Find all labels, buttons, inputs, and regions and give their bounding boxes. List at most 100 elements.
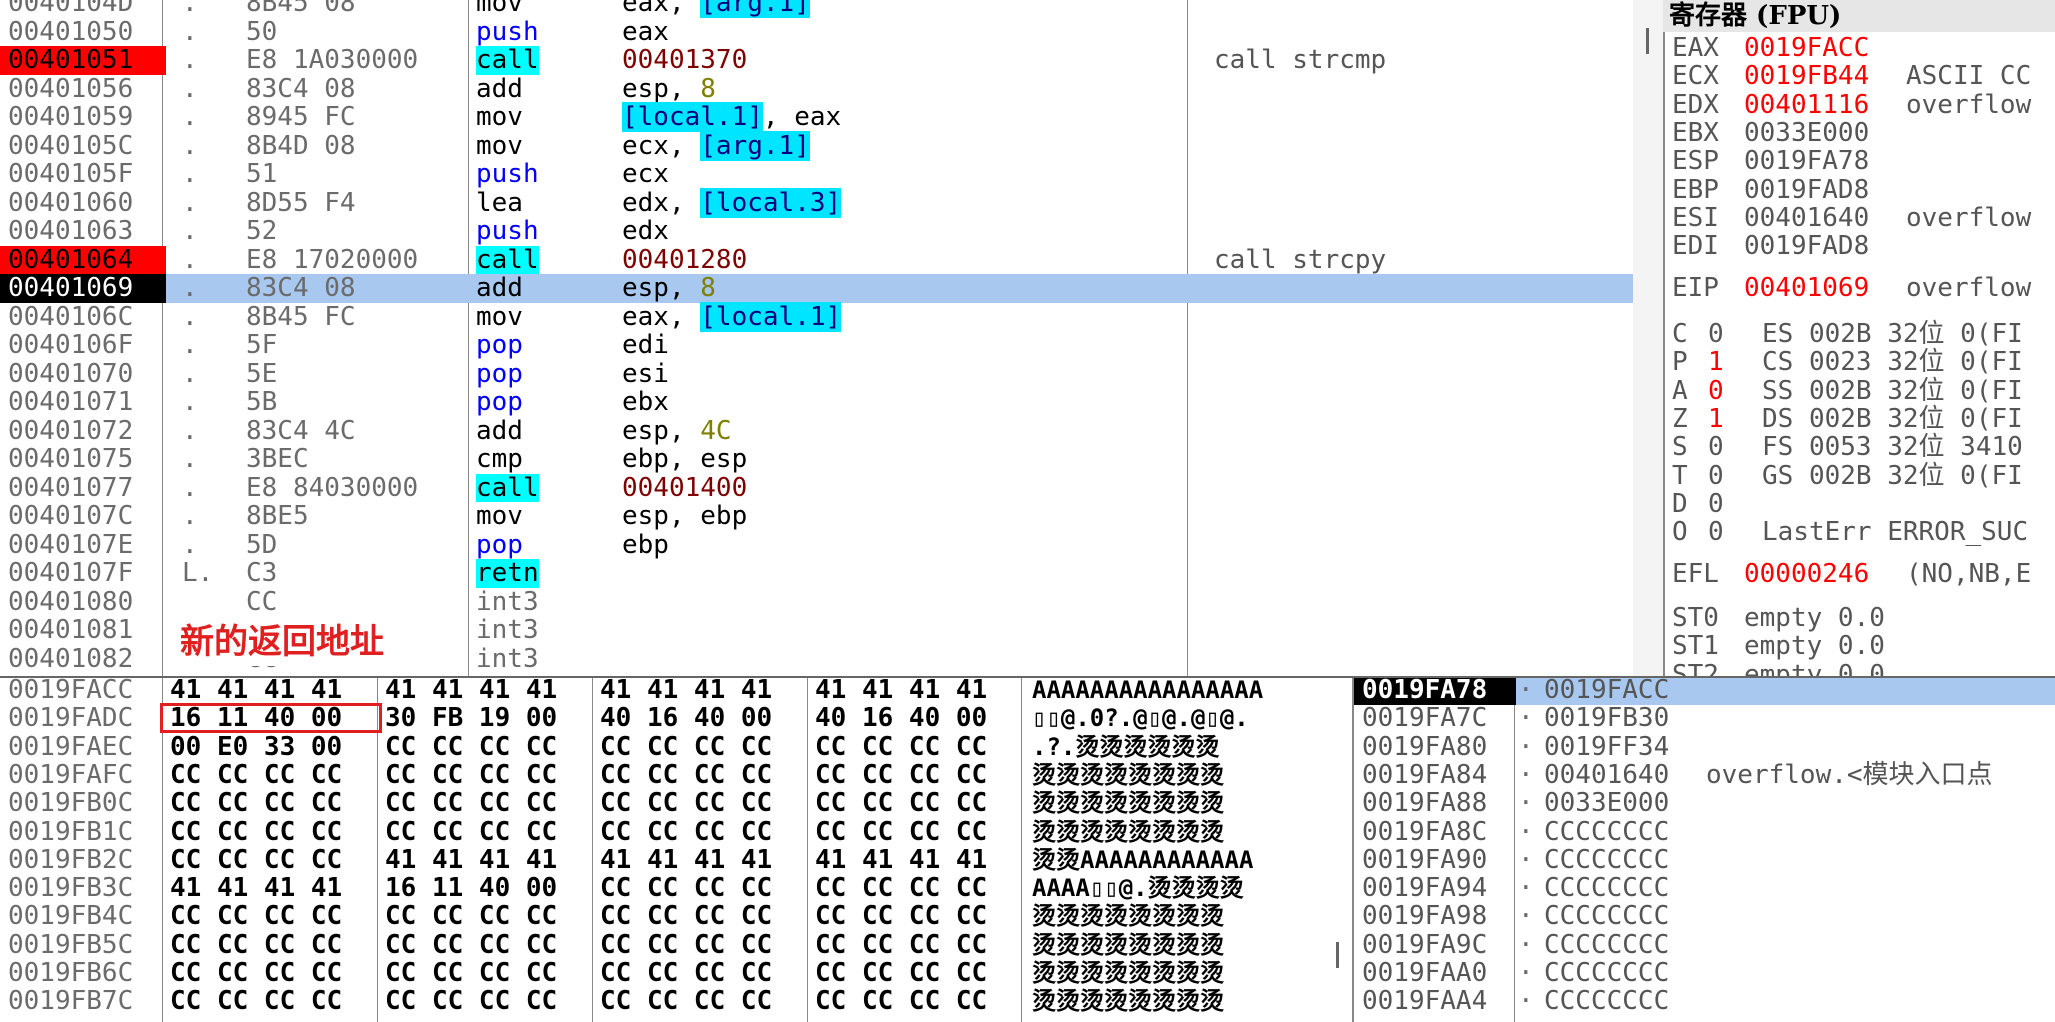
stack-row[interactable]: 0019FA9C · CCCCCCCC <box>1354 931 2055 960</box>
dump-hex-group[interactable]: CC CC CC CC <box>385 733 557 762</box>
register-row-ecx[interactable]: ECX 0019FB44 ASCII CC <box>1672 62 2055 91</box>
disasm-row[interactable]: 00401056. 83C4 08 add esp, 8 <box>0 74 1633 104</box>
disasm-row[interactable]: 0040107F L. C3 retn <box>0 559 1633 588</box>
dump-address[interactable]: 0019FB5C <box>8 931 133 960</box>
dump-hex-group[interactable]: CC CC CC CC <box>385 761 557 790</box>
dump-hex-group[interactable]: CC CC CC CC <box>600 931 772 960</box>
disasm-row[interactable]: 00401063. 52 push edx <box>0 217 1633 246</box>
register-row-edi[interactable]: EDI 0019FAD8 <box>1672 232 2055 261</box>
disasm-row[interactable]: 00401064. E8 17020000 call 00401280 call str… <box>0 245 1633 274</box>
register-value[interactable]: 0019FACC <box>1744 34 1869 63</box>
dump-address[interactable]: 0019FACC <box>8 678 133 705</box>
stack-value[interactable]: CCCCCCCC <box>1544 902 1669 931</box>
dump-hex-group[interactable]: CC CC CC CC <box>600 959 772 988</box>
disasm-address[interactable]: 0040106C <box>0 302 166 332</box>
dump-hex-group[interactable]: 41 41 41 41 <box>600 846 772 875</box>
stack-value[interactable]: 0019FB30 <box>1544 704 1669 733</box>
dump-hex-group[interactable]: 40 16 40 00 <box>600 704 772 733</box>
dump-hex-group[interactable]: 41 41 41 41 <box>170 678 342 705</box>
register-row-ebp[interactable]: EBP 0019FAD8 <box>1672 175 2055 205</box>
stack-row[interactable]: 0019FA78 · 0019FACC <box>1354 678 2055 705</box>
disasm-row[interactable]: 0040106F. 5F pop edi <box>0 331 1633 360</box>
disasm-address[interactable]: 00401077 <box>0 473 166 503</box>
register-value[interactable]: 00401069 <box>1744 274 1869 303</box>
dump-hex-group[interactable]: CC CC CC CC <box>815 733 987 762</box>
disasm-row[interactable]: 0040105C. 8B4D 08 mov ecx, [arg.1] <box>0 130 1633 161</box>
register-value[interactable]: 0033E000 <box>1744 119 1869 148</box>
stack-address[interactable]: 0019FA88 <box>1354 789 1516 818</box>
stack-address[interactable]: 0019FA9C <box>1354 931 1516 960</box>
dump-row[interactable]: 0019FB2C CC CC CC CC 41 41 41 41 41 41 41 4… <box>0 846 1352 875</box>
register-value[interactable]: empty 0.0 <box>1744 632 1885 661</box>
stack-address[interactable]: 0019FA98 <box>1354 902 1516 931</box>
stack-row[interactable]: 0019FA88 · 0033E000 <box>1354 789 2055 818</box>
stack-value[interactable]: CCCCCCCC <box>1544 931 1669 960</box>
stack-value[interactable]: CCCCCCCC <box>1544 874 1669 903</box>
dump-row[interactable]: 0019FAFC CC CC CC CC CC CC CC CC CC CC CC C… <box>0 761 1352 790</box>
dump-hex-group[interactable]: CC CC CC CC <box>815 817 987 847</box>
dump-hex-group[interactable]: CC CC CC CC <box>600 817 772 847</box>
disasm-row[interactable]: 00401050. 50 push eax <box>0 17 1633 47</box>
register-row-edx[interactable]: EDX 00401116 overflow <box>1672 91 2055 120</box>
flag-value[interactable]: 1 <box>1708 348 1724 377</box>
register-value[interactable]: 00000246 <box>1744 560 1869 589</box>
disasm-row[interactable]: 00401060. 8D55 F4 lea edx, [local.3] <box>0 187 1633 218</box>
disasm-address[interactable]: 0040105F <box>0 160 166 189</box>
flag-value[interactable]: 0 <box>1708 377 1724 406</box>
flag-value[interactable]: 0 <box>1708 518 1724 547</box>
fpu-register-row[interactable]: ST0 empty 0.0 <box>1672 604 2055 633</box>
dump-address[interactable]: 0019FB0C <box>8 789 133 818</box>
register-value[interactable]: 0019FB44 <box>1744 62 1869 91</box>
stack-address[interactable]: 0019FA80 <box>1354 733 1516 762</box>
register-row-ebx[interactable]: EBX 0033E000 <box>1672 119 2055 148</box>
dump-hex-group[interactable]: CC CC CC CC <box>600 761 772 790</box>
dump-hex-group[interactable]: CC CC CC CC <box>600 789 772 818</box>
dump-hex-group[interactable]: CC CC CC CC <box>600 902 772 931</box>
stack-value[interactable]: CCCCCCCC <box>1544 987 1669 1016</box>
disasm-address[interactable]: 00401069 <box>0 274 166 303</box>
dump-address[interactable]: 0019FB2C <box>8 846 133 875</box>
dump-hex-group[interactable]: CC CC CC CC <box>385 902 557 931</box>
dump-hex-group[interactable]: CC CC CC CC <box>815 902 987 931</box>
disassembly-pane[interactable]: 0040104D. 8B45 08 mov eax, [arg.1] 00401050.… <box>0 0 1633 676</box>
disasm-address[interactable]: 0040105C <box>0 131 166 161</box>
register-row-esi[interactable]: ESI 00401640 overflow <box>1672 204 2055 233</box>
dump-hex-group[interactable]: CC CC CC CC <box>170 931 342 960</box>
disasm-row[interactable]: 00401059. 8945 FC mov [local.1], eax <box>0 102 1633 132</box>
stack-value[interactable]: 0019FACC <box>1544 678 1669 705</box>
dump-row[interactable]: 0019FACC 41 41 41 41 41 41 41 41 41 41 41 4… <box>0 678 1352 705</box>
disasm-row[interactable]: 0040107C. 8BE5 mov esp, ebp <box>0 502 1633 531</box>
register-row-eax[interactable]: EAX 0019FACC <box>1672 34 2055 63</box>
disasm-row[interactable]: 00401075. 3BEC cmp ebp, esp <box>0 445 1633 474</box>
dump-address[interactable]: 0019FB1C <box>8 817 133 847</box>
dump-hex-group[interactable]: CC CC CC CC <box>170 987 342 1016</box>
flag-row[interactable]: A 0 SS 002B 32位 0(FI <box>1672 377 2055 406</box>
stack-address[interactable]: 0019FA78 <box>1354 678 1516 705</box>
register-row-esp[interactable]: ESP 0019FA78 <box>1672 147 2055 176</box>
dump-address[interactable]: 0019FB4C <box>8 902 133 931</box>
stack-row[interactable]: 0019FA98 · CCCCCCCC <box>1354 902 2055 931</box>
stack-value[interactable]: CCCCCCCC <box>1544 959 1669 988</box>
stack-row[interactable]: 0019FA90 · CCCCCCCC <box>1354 846 2055 875</box>
dump-address[interactable]: 0019FB7C <box>8 987 133 1016</box>
stack-address[interactable]: 0019FAA0 <box>1354 959 1516 988</box>
disasm-address[interactable]: 00401051 <box>0 46 166 75</box>
dump-address[interactable]: 0019FAEC <box>8 733 133 762</box>
dump-address[interactable]: 0019FB6C <box>8 959 133 988</box>
flag-row[interactable]: P 1 CS 0023 32位 0(FI <box>1672 348 2055 377</box>
dump-hex-group[interactable]: 41 41 41 41 <box>170 874 342 903</box>
flag-row[interactable]: S 0 FS 0053 32位 3410 <box>1672 433 2055 462</box>
dump-row[interactable]: 0019FB4C CC CC CC CC CC CC CC CC CC CC CC C… <box>0 902 1352 931</box>
dump-hex-group[interactable]: 41 41 41 41 <box>385 678 557 705</box>
disasm-address[interactable]: 00401056 <box>0 74 166 104</box>
dump-hex-group[interactable]: CC CC CC CC <box>815 789 987 818</box>
flag-row[interactable]: T 0 GS 002B 32位 0(FI <box>1672 461 2055 491</box>
dump-hex-group[interactable]: CC CC CC CC <box>170 959 342 988</box>
dump-hex-group[interactable]: 00 E0 33 00 <box>170 733 342 762</box>
stack-row[interactable]: 0019FAA0 · CCCCCCCC <box>1354 959 2055 988</box>
disasm-address[interactable]: 00401063 <box>0 217 166 246</box>
disasm-row[interactable]: 00401051. E8 1A030000 call 00401370 call str… <box>0 46 1633 75</box>
dump-hex-group[interactable]: CC CC CC CC <box>600 987 772 1016</box>
dump-hex-group[interactable]: CC CC CC CC <box>385 789 557 818</box>
dump-hex-group[interactable]: 40 16 40 00 <box>815 704 987 733</box>
